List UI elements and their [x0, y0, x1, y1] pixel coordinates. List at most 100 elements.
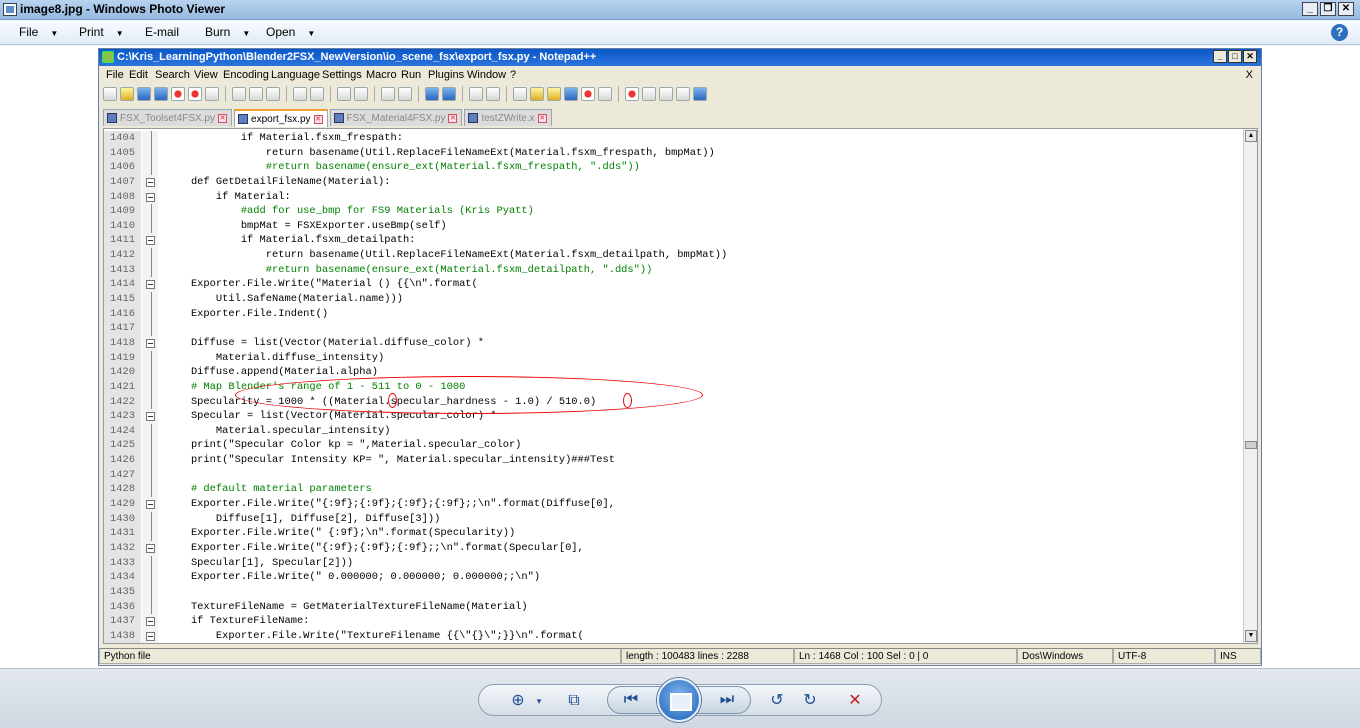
scroll-down-icon[interactable]: ▼	[1245, 630, 1257, 642]
npp-close-button[interactable]: ✕	[1243, 50, 1257, 63]
paste-icon[interactable]	[266, 87, 280, 101]
folder-workspace-icon[interactable]	[581, 87, 595, 101]
npp-menu-macro[interactable]: Macro	[366, 69, 397, 81]
cut-icon[interactable]	[232, 87, 246, 101]
code-line[interactable]: 1407 def GetDetailFileName(Material):	[104, 174, 1244, 190]
npp-menu-encoding[interactable]: Encoding	[223, 69, 269, 81]
code-line[interactable]: 1408 if Material:	[104, 189, 1244, 205]
code-line[interactable]: 1424 Material.specular_intensity)	[104, 423, 1244, 439]
replace-icon[interactable]	[354, 87, 368, 101]
menu-print[interactable]: Print ▼	[79, 25, 124, 39]
code-line[interactable]: 1417	[104, 321, 1244, 336]
tab-fsx-toolset[interactable]: FSX_Toolset4FSX.py ✕	[103, 109, 233, 126]
npp-minimize-button[interactable]: _	[1213, 50, 1227, 63]
zoom-icon[interactable]: ⊕	[507, 691, 529, 711]
tab-close-icon[interactable]: ✕	[313, 114, 323, 124]
npp-menu-language[interactable]: Language	[271, 69, 320, 81]
help-icon[interactable]: ?	[1331, 24, 1348, 41]
fold-box-icon[interactable]	[142, 335, 158, 351]
tab-close-icon[interactable]: ✕	[448, 113, 458, 123]
fold-box-icon[interactable]	[142, 614, 158, 629]
code-line[interactable]: 1427	[104, 467, 1244, 483]
language-icon[interactable]	[530, 87, 544, 101]
record-macro-icon[interactable]	[625, 87, 639, 101]
tab-export-fsx[interactable]: export_fsx.py ✕	[234, 109, 328, 127]
close-button[interactable]: ✕	[1338, 2, 1354, 16]
code-line[interactable]: 1438 Exporter.File.Write("TextureFilenam…	[104, 628, 1244, 643]
code-line[interactable]: 1419 Material.diffuse_intensity)	[104, 350, 1244, 366]
code-line[interactable]: 1416 Exporter.File.Indent()	[104, 306, 1244, 322]
code-line[interactable]: 1420 Diffuse.append(Material.alpha)	[104, 365, 1244, 380]
menu-burn[interactable]: Burn ▼	[205, 25, 250, 39]
close-all-icon[interactable]	[188, 87, 202, 101]
npp-menu-edit[interactable]: Edit	[129, 69, 148, 81]
tab-testzwrite[interactable]: testZWrite.x ✕	[464, 109, 552, 126]
doc-map-icon[interactable]	[547, 87, 561, 101]
fold-box-icon[interactable]	[142, 409, 158, 424]
menu-email[interactable]: E-mail	[145, 25, 179, 39]
code-line[interactable]: 1412 return basename(Util.ReplaceFileNam…	[104, 248, 1244, 263]
code-line[interactable]: 1433 Specular[1], Specular[2]))	[104, 555, 1244, 571]
code-line[interactable]: 1418 Diffuse = list(Vector(Material.diff…	[104, 335, 1244, 351]
code-line[interactable]: 1414 Exporter.File.Write("Material () {{…	[104, 277, 1244, 293]
code-line[interactable]: 1410 bmpMat = FSXExporter.useBmp(self)	[104, 218, 1244, 234]
word-wrap-icon[interactable]	[469, 87, 483, 101]
tab-close-icon[interactable]: ✕	[218, 113, 228, 123]
copy-icon[interactable]	[249, 87, 263, 101]
next-icon[interactable]: ⏭	[716, 690, 738, 710]
find-icon[interactable]	[337, 87, 351, 101]
save-all-icon[interactable]	[154, 87, 168, 101]
code-line[interactable]: 1422 Specularity = 1000 * ((Material.spe…	[104, 394, 1244, 410]
actual-size-icon[interactable]: ⧉	[563, 691, 585, 711]
redo-icon[interactable]	[310, 87, 324, 101]
npp-menu-file[interactable]: File	[106, 69, 124, 81]
show-all-chars-icon[interactable]	[486, 87, 500, 101]
fold-box-icon[interactable]	[142, 189, 158, 205]
rotate-clockwise-icon[interactable]: ↻	[799, 691, 821, 711]
save-macro-icon[interactable]	[693, 87, 707, 101]
npp-maximize-button[interactable]: □	[1228, 50, 1242, 63]
close-file-icon[interactable]	[171, 87, 185, 101]
code-line[interactable]: 1409 #add for use_bmp for FS9 Materials …	[104, 204, 1244, 219]
zoom-in-icon[interactable]	[381, 87, 395, 101]
code-line[interactable]: 1423 Specular = list(Vector(Material.spe…	[104, 409, 1244, 424]
code-line[interactable]: 1431 Exporter.File.Write(" {:9f};\n".for…	[104, 526, 1244, 541]
code-line[interactable]: 1432 Exporter.File.Write("{:9f};{:9f};{:…	[104, 540, 1244, 556]
code-line[interactable]: 1436 TextureFileName = GetMaterialTextur…	[104, 599, 1244, 615]
zoom-dropdown-icon[interactable]: ▾	[528, 691, 550, 711]
play-macro-icon[interactable]	[659, 87, 673, 101]
sync-horizontal-icon[interactable]	[442, 87, 456, 101]
fold-box-icon[interactable]	[142, 174, 158, 190]
tab-close-icon[interactable]: ✕	[537, 113, 547, 123]
run-macro-multiple-icon[interactable]	[676, 87, 690, 101]
fold-box-icon[interactable]	[142, 628, 158, 643]
open-file-icon[interactable]	[120, 87, 134, 101]
tab-fsx-material[interactable]: FSX_Material4FSX.py ✕	[329, 109, 463, 126]
print-icon[interactable]	[205, 87, 219, 101]
menu-file[interactable]: File ▼	[19, 25, 58, 39]
code-line[interactable]: 1411 if Material.fsxm_detailpath:	[104, 233, 1244, 249]
zoom-out-icon[interactable]	[398, 87, 412, 101]
stop-macro-icon[interactable]	[642, 87, 656, 101]
undo-icon[interactable]	[293, 87, 307, 101]
fold-box-icon[interactable]	[142, 277, 158, 293]
slideshow-icon[interactable]	[657, 678, 701, 722]
code-line[interactable]: 1429 Exporter.File.Write("{:9f};{:9f};{:…	[104, 497, 1244, 512]
npp-menu-settings[interactable]: Settings	[322, 69, 362, 81]
delete-icon[interactable]: ✕	[844, 691, 866, 711]
vertical-scrollbar[interactable]: ▲ ▼	[1243, 129, 1257, 643]
npp-menu-run[interactable]: Run	[401, 69, 421, 81]
npp-menu-search[interactable]: Search	[155, 69, 190, 81]
code-line[interactable]: 1430 Diffuse[1], Diffuse[2], Diffuse[3])…	[104, 511, 1244, 527]
sync-vertical-icon[interactable]	[425, 87, 439, 101]
minimize-button[interactable]: _	[1302, 2, 1318, 16]
function-list-icon[interactable]	[564, 87, 578, 101]
fold-box-icon[interactable]	[142, 540, 158, 556]
scroll-thumb[interactable]	[1245, 441, 1257, 449]
code-line[interactable]: 1404 if Material.fsxm_frespath:	[104, 131, 1244, 146]
previous-icon[interactable]: ⏮	[620, 690, 642, 710]
restore-button[interactable]: ❐	[1320, 2, 1336, 16]
code-line[interactable]: 1421 # Map Blender's range of 1 - 511 to…	[104, 379, 1244, 395]
code-line[interactable]: 1425 print("Specular Color kp = ",Materi…	[104, 438, 1244, 454]
code-line[interactable]: 1426 print("Specular Intensity KP= ", Ma…	[104, 453, 1244, 468]
